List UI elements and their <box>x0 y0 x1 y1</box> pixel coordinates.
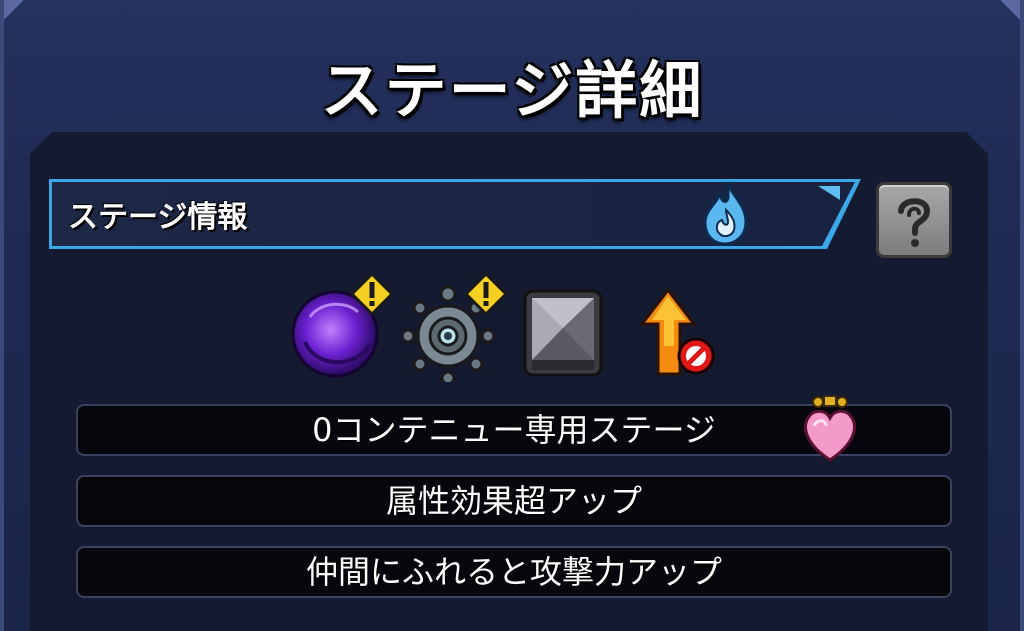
heart-potion-icon <box>804 395 856 462</box>
page-title: ステージ詳細 <box>320 54 704 127</box>
rule-row-2-ally-attack: 仲間にふれると攻撃力アップ <box>76 546 952 598</box>
frame-corner-right <box>1000 0 1020 20</box>
speed-up-disabled-icon <box>638 287 715 376</box>
help-button[interactable] <box>876 182 952 258</box>
water-element-icon <box>703 181 748 246</box>
question-icon <box>898 198 931 247</box>
gravity-barrier-icon <box>402 272 509 382</box>
black-hole-icon <box>291 272 395 378</box>
stage-info-label: ステージ情報 <box>68 200 248 235</box>
prohibited-icon <box>677 337 715 375</box>
block-icon <box>523 289 603 377</box>
frame-corner-left <box>4 0 24 20</box>
rule-row-1-attribute: 属性効果超アップ <box>76 475 952 527</box>
info-bar-corner-marker <box>818 186 840 200</box>
